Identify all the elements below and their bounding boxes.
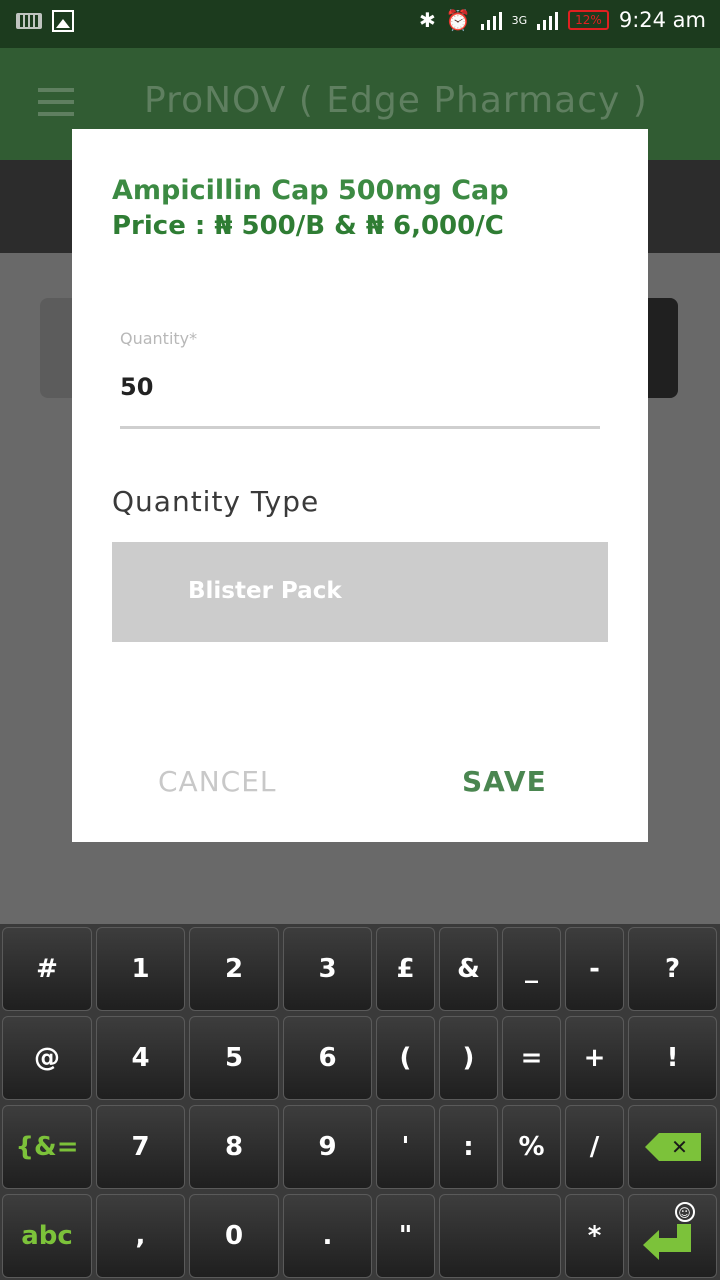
key-comma[interactable]: , (96, 1194, 185, 1278)
drug-price: Price : ₦ 500/B & ₦ 6,000/C (112, 211, 504, 241)
key-7[interactable]: 7 (96, 1105, 185, 1189)
quantity-dialog: Ampicillin Cap 500mg Cap Price : ₦ 500/B… (72, 129, 648, 842)
key-open-paren[interactable]: ( (376, 1016, 435, 1100)
enter-icon: ☺ (642, 1202, 703, 1260)
key-underscore[interactable]: _ (502, 927, 561, 1011)
signal-icon-2 (537, 10, 559, 30)
save-button[interactable]: SAVE (462, 765, 547, 798)
key-apostrophe[interactable]: ' (376, 1105, 435, 1189)
quantity-type-value: Blister Pack (188, 578, 342, 604)
key-1[interactable]: 1 (96, 927, 185, 1011)
menu-icon[interactable] (38, 88, 74, 116)
key-9[interactable]: 9 (283, 1105, 372, 1189)
network-type: 3G (511, 13, 528, 27)
key-colon[interactable]: : (439, 1105, 498, 1189)
keyboard: # 1 2 3 £ & _ - ? @ 4 5 6 ( ) = + ! {&= … (0, 924, 720, 1280)
key-8[interactable]: 8 (189, 1105, 279, 1189)
quantity-type-select[interactable]: Blister Pack (112, 542, 608, 642)
smiley-icon: ☺ (674, 1202, 695, 1222)
image-icon (52, 10, 74, 32)
quantity-type-title: Quantity Type (112, 485, 320, 518)
key-slash[interactable]: / (565, 1105, 624, 1189)
key-period[interactable]: . (283, 1194, 372, 1278)
alarm-icon: ⏰ (445, 8, 471, 32)
key-quote[interactable]: " (376, 1194, 435, 1278)
quantity-label: Quantity* (120, 329, 198, 348)
key-pound[interactable]: £ (376, 927, 435, 1011)
key-0[interactable]: 0 (189, 1194, 279, 1278)
drug-name: Ampicillin Cap 500mg Cap (112, 175, 509, 206)
key-2[interactable]: 2 (189, 927, 279, 1011)
bluetooth-icon: ✱ (418, 8, 436, 32)
key-3[interactable]: 3 (283, 927, 372, 1011)
status-bar: ✱ ⏰ 3G 12% 9:24 am (0, 0, 720, 48)
key-exclamation[interactable]: ! (628, 1016, 717, 1100)
quantity-input[interactable] (120, 373, 600, 401)
quantity-underline (120, 426, 600, 429)
battery-indicator: 12% (568, 10, 609, 30)
key-abc[interactable]: abc (2, 1194, 92, 1278)
signal-icon (480, 10, 502, 30)
key-symbols-toggle[interactable]: {&= (2, 1105, 92, 1189)
backspace-icon (644, 1133, 701, 1161)
key-equals[interactable]: = (502, 1016, 561, 1100)
clock: 9:24 am (618, 8, 706, 32)
key-question[interactable]: ? (628, 927, 717, 1011)
enter-key[interactable]: ☺ (628, 1194, 717, 1278)
key-asterisk[interactable]: * (565, 1194, 624, 1278)
key-6[interactable]: 6 (283, 1016, 372, 1100)
key-ampersand[interactable]: & (439, 927, 498, 1011)
keyboard-icon (16, 13, 42, 29)
key-5[interactable]: 5 (189, 1016, 279, 1100)
key-percent[interactable]: % (502, 1105, 561, 1189)
key-space[interactable] (439, 1194, 561, 1278)
key-4[interactable]: 4 (96, 1016, 185, 1100)
key-hash[interactable]: # (2, 927, 92, 1011)
cancel-button[interactable]: CANCEL (158, 765, 277, 798)
app-title: ProNOV ( Edge Pharmacy ) (144, 80, 648, 121)
key-plus[interactable]: + (565, 1016, 624, 1100)
key-at[interactable]: @ (2, 1016, 92, 1100)
key-minus[interactable]: - (565, 927, 624, 1011)
backspace-key[interactable] (628, 1105, 717, 1189)
key-close-paren[interactable]: ) (439, 1016, 498, 1100)
